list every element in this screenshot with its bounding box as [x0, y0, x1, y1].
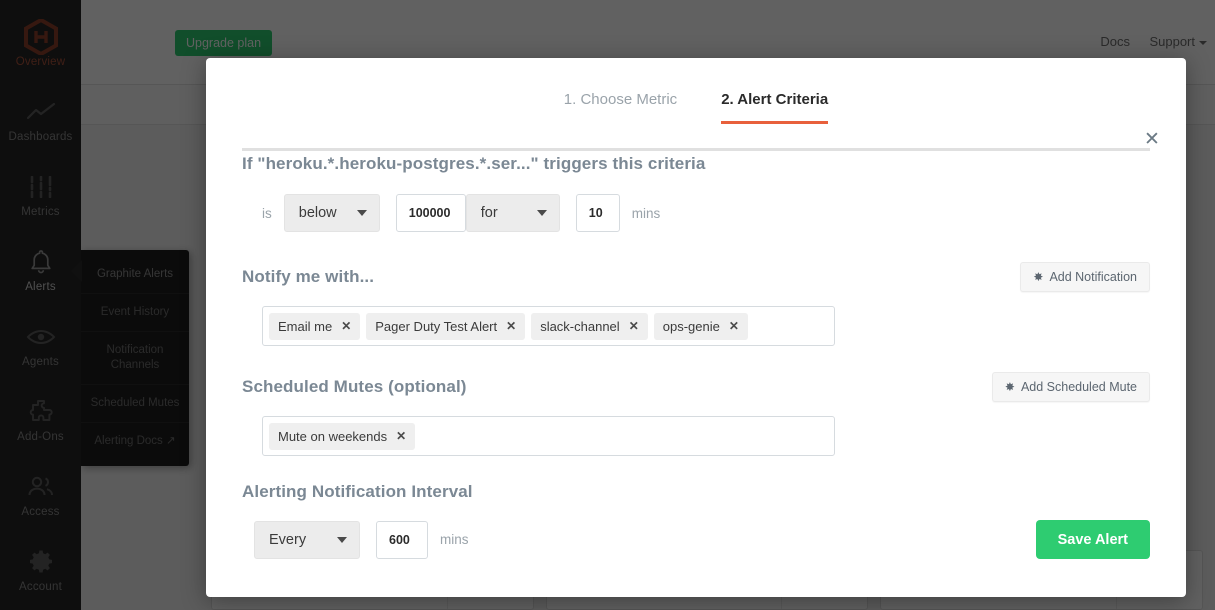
notify-section: Notify me with... ✸ Add Notification Ema…: [242, 262, 1150, 346]
chevron-down-icon: [536, 210, 547, 216]
mute-token: Mute on weekends ✕: [269, 422, 416, 450]
mins-label: mins: [440, 532, 469, 547]
comparator-value: below: [298, 205, 337, 221]
for-value: for: [480, 205, 498, 221]
chevron-down-icon: [337, 536, 347, 543]
notify-heading: Notify me with...: [242, 267, 375, 286]
modal-body: If "heroku.*.heroku-postgres.*.ser..." t…: [242, 154, 1150, 559]
token-label: Mute on weekends: [278, 428, 388, 444]
tab-choose-metric[interactable]: 1. Choose Metric: [564, 91, 677, 121]
chevron-down-icon: [356, 210, 367, 216]
mute-token-field[interactable]: Mute on weekends ✕: [262, 416, 835, 456]
frequency-value: Every: [269, 531, 307, 548]
tab-alert-criteria[interactable]: 2. Alert Criteria: [721, 91, 829, 124]
remove-token-icon[interactable]: ✕: [341, 319, 351, 333]
mutes-section: Scheduled Mutes (optional) ✸ Add Schedul…: [242, 372, 1150, 456]
gear-icon: ✸: [1004, 380, 1015, 394]
mutes-heading: Scheduled Mutes (optional): [242, 377, 467, 396]
token-label: Pager Duty Test Alert: [375, 318, 498, 334]
add-scheduled-mute-label: Add Scheduled Mute: [1020, 380, 1137, 394]
notification-token: Pager Duty Test Alert ✕: [366, 312, 526, 340]
for-select[interactable]: for: [465, 194, 560, 232]
remove-token-icon[interactable]: ✕: [506, 319, 516, 333]
remove-token-icon[interactable]: ✕: [629, 319, 639, 333]
notification-token-field[interactable]: Email me ✕ Pager Duty Test Alert ✕ slack…: [262, 306, 835, 346]
duration-input[interactable]: [575, 194, 620, 232]
interval-controls: Every mins: [242, 520, 469, 559]
notification-token: ops-genie ✕: [653, 312, 748, 340]
interval-row: Every mins Save Alert: [242, 520, 1150, 559]
interval-section: Alerting Notification Interval Every min…: [242, 482, 1150, 559]
add-notification-button[interactable]: ✸ Add Notification: [1020, 262, 1150, 292]
interval-input[interactable]: [376, 520, 428, 559]
remove-token-icon[interactable]: ✕: [396, 429, 406, 443]
alert-editor-modal: ✕ 1. Choose Metric 2. Alert Criteria If …: [206, 58, 1186, 597]
remove-token-icon[interactable]: ✕: [729, 319, 739, 333]
criteria-row: is below for mins: [242, 194, 1150, 232]
save-alert-button[interactable]: Save Alert: [1035, 520, 1150, 559]
comparator-select[interactable]: below: [283, 194, 380, 232]
token-label: ops-genie: [662, 318, 720, 334]
modal-tabs: 1. Choose Metric 2. Alert Criteria: [242, 91, 1150, 151]
screen-root: Upgrade plan Docs Support High Hardware …: [0, 0, 1215, 610]
gear-icon: ✸: [1033, 270, 1044, 284]
interval-heading: Alerting Notification Interval: [242, 482, 473, 501]
notification-token: Email me ✕: [269, 312, 361, 340]
add-notification-label: Add Notification: [1049, 270, 1137, 284]
close-icon[interactable]: ✕: [1141, 128, 1163, 150]
notify-header: Notify me with... ✸ Add Notification: [242, 262, 1150, 292]
frequency-select[interactable]: Every: [254, 520, 360, 559]
is-label: is: [262, 205, 272, 221]
mins-label: mins: [631, 205, 661, 221]
threshold-input[interactable]: [395, 194, 466, 232]
mutes-header: Scheduled Mutes (optional) ✸ Add Schedul…: [242, 372, 1150, 402]
token-label: slack-channel: [540, 318, 620, 334]
add-scheduled-mute-button[interactable]: ✸ Add Scheduled Mute: [991, 372, 1150, 402]
notification-token: slack-channel ✕: [531, 312, 648, 340]
token-label: Email me: [278, 318, 333, 334]
criteria-heading: If "heroku.*.heroku-postgres.*.ser..." t…: [242, 154, 706, 173]
